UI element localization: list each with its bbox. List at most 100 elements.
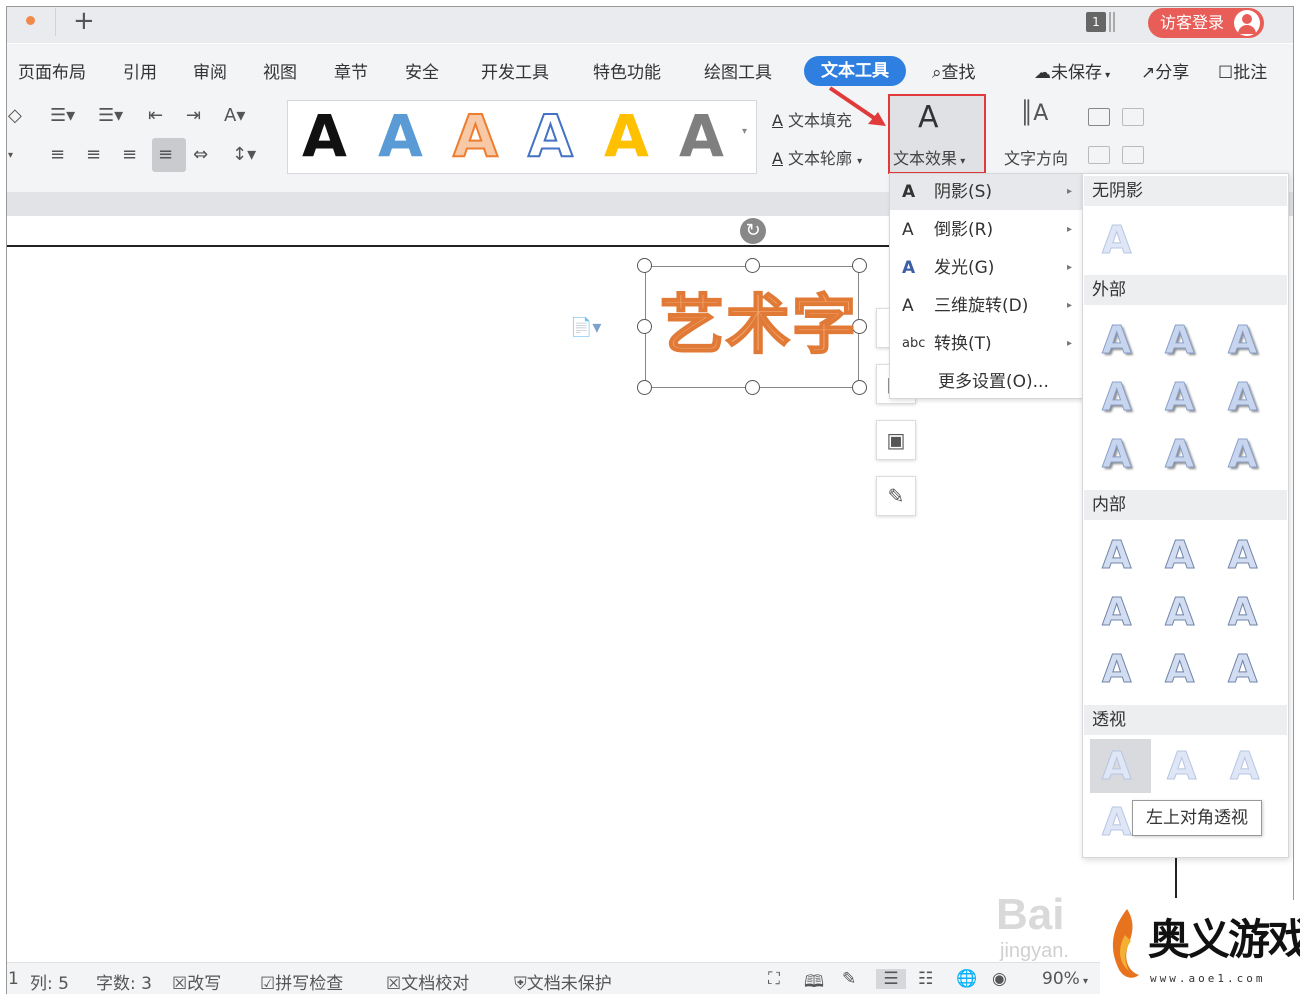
menu-section[interactable]: 章节: [334, 58, 368, 83]
align-right-icon[interactable]: ≡: [122, 145, 137, 165]
edit-mode-icon[interactable]: ✎: [842, 969, 856, 989]
shadow-option-inner[interactable]: A: [1227, 647, 1257, 692]
shadow-option-inner[interactable]: A: [1164, 533, 1194, 578]
new-tab-button[interactable]: +: [73, 6, 95, 36]
shadow-option-inner[interactable]: A: [1227, 590, 1257, 635]
menu-review[interactable]: 审阅: [193, 58, 227, 83]
resize-handle[interactable]: [637, 258, 652, 273]
wordart-style-gold[interactable]: A: [604, 106, 649, 166]
shadow-option-inner[interactable]: A: [1101, 647, 1131, 692]
shadow-option-outer[interactable]: A: [1227, 432, 1257, 477]
overtype-toggle[interactable]: ☒改写: [172, 969, 221, 994]
increase-indent-icon[interactable]: ⇥: [186, 106, 201, 126]
chevron-down-icon[interactable]: ▾: [8, 146, 13, 166]
web-view-icon[interactable]: 🌐: [956, 969, 977, 989]
text-box-icon[interactable]: [1122, 146, 1144, 164]
section-no-shadow: 无阴影: [1084, 176, 1287, 206]
comment-button[interactable]: ☐批注: [1218, 58, 1267, 83]
wordart-style-blue-outline[interactable]: A: [527, 105, 574, 167]
resize-handle[interactable]: [852, 380, 867, 395]
shadow-option-outer[interactable]: A: [1101, 432, 1131, 477]
shadow-option-outer[interactable]: A: [1164, 375, 1194, 420]
resize-handle[interactable]: [637, 319, 652, 334]
rotate-handle-icon[interactable]: ↻: [740, 218, 766, 244]
document-protection-button[interactable]: ⛨文档未保护: [514, 969, 612, 994]
wordart-style-black[interactable]: A: [302, 106, 347, 166]
page-view-icon[interactable]: ☰: [876, 969, 906, 989]
document-layout-icon[interactable]: 📄▾: [570, 317, 601, 338]
text-direction-icon[interactable]: ║A: [1020, 103, 1048, 125]
text-box-icon[interactable]: [1088, 108, 1110, 126]
resize-handle[interactable]: [852, 258, 867, 273]
unsaved-button[interactable]: ☁未保存 ▾: [1034, 58, 1110, 83]
spell-check-icon: ☑: [260, 974, 276, 994]
shape-outline-icon[interactable]: ▣: [876, 420, 916, 460]
shadow-option-outer[interactable]: A: [1164, 318, 1194, 363]
format-painter-icon[interactable]: ✎: [876, 476, 916, 516]
distribute-icon[interactable]: ⇔: [193, 145, 208, 165]
shadow-option-inner[interactable]: A: [1101, 533, 1131, 578]
shadow-option-outer[interactable]: A: [1227, 375, 1257, 420]
wordart-style-orange-outline[interactable]: A: [452, 105, 499, 167]
line-spacing-icon[interactable]: ↕▾: [232, 145, 256, 165]
menu-item-shadow[interactable]: A 阴影(S) ▸: [890, 174, 1082, 210]
bullet-list-icon[interactable]: ☰▾: [50, 106, 75, 126]
shadow-option-perspective[interactable]: A: [1101, 744, 1131, 789]
shadow-option-perspective[interactable]: A: [1166, 744, 1196, 789]
text-outline-button[interactable]: A 文本轮廓 ▾: [772, 145, 862, 169]
shadow-option-inner[interactable]: A: [1101, 590, 1131, 635]
numbered-list-icon[interactable]: ☰▾: [98, 106, 123, 126]
menu-security[interactable]: 安全: [405, 58, 439, 83]
window-count-badge[interactable]: 1: [1086, 12, 1106, 32]
menu-item-transform[interactable]: abc 转换(T) ▸: [890, 326, 1082, 362]
eye-protection-icon[interactable]: ◉: [992, 969, 1007, 989]
zoom-level[interactable]: 90% ▾: [1042, 969, 1088, 989]
avatar-icon[interactable]: [1234, 10, 1260, 36]
menu-developer[interactable]: 开发工具: [481, 58, 549, 83]
read-mode-icon[interactable]: 🕮: [804, 969, 824, 998]
shadow-option-perspective[interactable]: A: [1229, 744, 1259, 789]
proofread-button[interactable]: ☒文档校对: [386, 969, 469, 994]
resize-handle[interactable]: [745, 258, 760, 273]
menu-features[interactable]: 特色功能: [593, 58, 661, 83]
resize-handle[interactable]: [637, 380, 652, 395]
text-box-icon[interactable]: [1122, 108, 1144, 126]
font-size-icon[interactable]: A▾: [224, 106, 245, 126]
menu-drawing-tools[interactable]: 绘图工具: [704, 58, 772, 83]
shadow-option-inner[interactable]: A: [1164, 590, 1194, 635]
decrease-indent-icon[interactable]: ⇤: [148, 106, 163, 126]
shadow-option-outer[interactable]: A: [1164, 432, 1194, 477]
shadow-option-outer[interactable]: A: [1101, 375, 1131, 420]
align-center-icon[interactable]: ≡: [86, 145, 101, 165]
search-button[interactable]: ⌕查找: [932, 58, 976, 83]
shadow-option-inner[interactable]: A: [1227, 533, 1257, 578]
shadow-option-outer[interactable]: A: [1101, 318, 1131, 363]
shadow-option-inner[interactable]: A: [1164, 647, 1194, 692]
resize-handle[interactable]: [745, 380, 760, 395]
share-button[interactable]: ↗分享: [1141, 58, 1189, 83]
shadow-option-outer[interactable]: A: [1227, 318, 1257, 363]
menu-item-3d-rotation[interactable]: A 三维旋转(D) ▸: [890, 288, 1082, 324]
text-box-icon[interactable]: [1088, 146, 1110, 164]
outline-view-icon[interactable]: ☷: [918, 969, 933, 989]
window-list-icon[interactable]: [1109, 12, 1115, 32]
status-word-count[interactable]: 字数: 3: [96, 969, 152, 994]
wordart-style-blue[interactable]: A: [378, 106, 423, 166]
gallery-more-icon[interactable]: ▾: [742, 126, 747, 137]
menu-item-reflection[interactable]: A 倒影(R) ▸: [890, 212, 1082, 248]
shadow-option-none[interactable]: A: [1101, 218, 1131, 263]
eraser-icon[interactable]: ◇: [8, 106, 22, 126]
menu-view[interactable]: 视图: [263, 58, 297, 83]
spell-check-button[interactable]: ☑拼写检查: [260, 969, 343, 994]
wordart-text[interactable]: 艺术字: [659, 286, 858, 366]
menu-item-glow[interactable]: A 发光(G) ▸: [890, 250, 1082, 286]
menu-item-more-settings[interactable]: 更多设置(O)...: [890, 364, 1082, 400]
shadow-option-perspective[interactable]: A: [1101, 800, 1131, 845]
document-tab-dot[interactable]: [26, 16, 35, 25]
wordart-style-gray[interactable]: A: [679, 106, 724, 166]
align-left-icon[interactable]: ≡: [50, 145, 65, 165]
menu-page-layout[interactable]: 页面布局: [18, 58, 86, 83]
text-direction-label[interactable]: 文字方向: [1004, 145, 1068, 169]
fullscreen-icon[interactable]: ⛶: [768, 969, 780, 989]
menu-references[interactable]: 引用: [123, 58, 157, 83]
